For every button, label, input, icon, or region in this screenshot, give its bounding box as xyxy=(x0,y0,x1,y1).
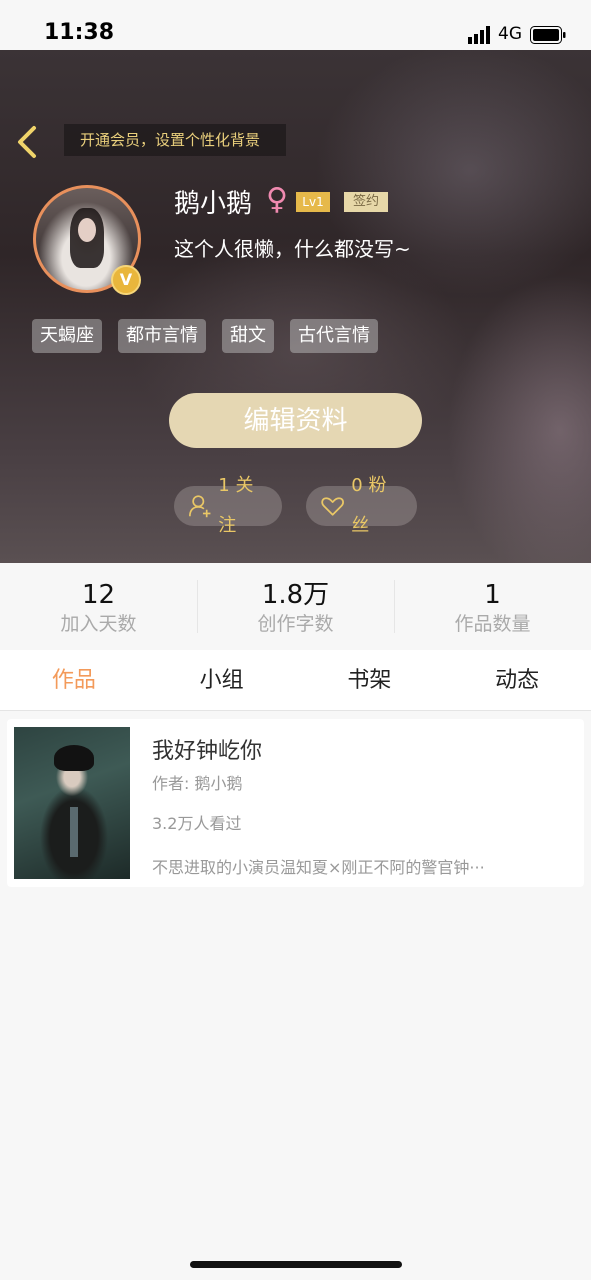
bio: 这个人很懒，什么都没写~ xyxy=(174,237,411,261)
stat-label: 创作字数 xyxy=(257,613,334,635)
tag: 古代言情 xyxy=(290,319,378,353)
fans-label: 0 粉丝 xyxy=(351,475,387,536)
home-indicator[interactable] xyxy=(190,1261,402,1268)
cover-figure-hair xyxy=(54,745,94,771)
heart-plus-icon xyxy=(321,497,344,516)
tab-works[interactable]: 作品 xyxy=(0,650,148,710)
tag-list: 天蝎座 都市言情 甜文 古代言情 xyxy=(32,319,378,353)
tab-activity[interactable]: 动态 xyxy=(443,650,591,710)
username: 鹅小鹅 xyxy=(174,189,253,219)
profile-tabs: 作品 小组 书架 动态 xyxy=(0,650,591,711)
book-title: 我好钟屹你 xyxy=(152,739,263,764)
stat-label: 作品数量 xyxy=(454,613,531,635)
tag: 都市言情 xyxy=(118,319,206,353)
stat-word-count: 1.8万 创作字数 xyxy=(197,563,394,650)
cover-figure-tie xyxy=(70,807,78,857)
signal-icon xyxy=(468,26,490,44)
work-card[interactable]: 我好钟屹你 作者: 鹅小鹅 3.2万人看过 不思进取的小演员温知夏×刚正不阿的警… xyxy=(7,719,584,887)
following-button[interactable]: 1 关注 xyxy=(174,475,282,536)
book-views: 3.2万人看过 xyxy=(152,814,242,833)
avatar-face xyxy=(78,218,96,242)
fans-button[interactable]: 0 粉丝 xyxy=(306,475,417,536)
add-user-icon xyxy=(189,495,211,518)
following-label: 1 关注 xyxy=(218,475,254,536)
tab-groups[interactable]: 小组 xyxy=(148,650,296,710)
book-description: 不思进取的小演员温知夏×刚正不阿的警官钟··· xyxy=(152,858,485,877)
level-badge: Lv1 xyxy=(296,192,330,212)
vip-banner[interactable]: 开通会员，设置个性化背景 xyxy=(64,124,286,156)
stat-value: 1 xyxy=(484,580,501,610)
book-cover xyxy=(14,727,130,879)
tag: 甜文 xyxy=(222,319,274,353)
network-type: 4G xyxy=(498,24,522,44)
tag: 天蝎座 xyxy=(32,319,102,353)
stat-value: 1.8万 xyxy=(261,580,330,610)
battery-icon xyxy=(530,26,566,44)
vip-badge: V xyxy=(111,265,141,295)
stat-label: 加入天数 xyxy=(60,613,137,635)
book-author: 作者: 鹅小鹅 xyxy=(152,774,243,793)
contract-badge: 签约 xyxy=(344,192,388,212)
profile-header: 开通会员，设置个性化背景 V 鹅小鹅 ♀ Lv1 签约 这个人很懒，什么都没写~… xyxy=(0,50,591,563)
tab-bookshelf[interactable]: 书架 xyxy=(296,650,444,710)
stats-bar: 12 加入天数 1.8万 创作字数 1 作品数量 xyxy=(0,563,591,650)
stat-works-count: 1 作品数量 xyxy=(394,563,591,650)
status-time: 11:38 xyxy=(44,20,115,45)
female-icon: ♀ xyxy=(266,182,288,217)
status-bar: 11:38 4G xyxy=(0,0,591,50)
edit-profile-button[interactable]: 编辑资料 xyxy=(169,393,422,448)
stat-join-days: 12 加入天数 xyxy=(0,563,197,650)
stat-value: 12 xyxy=(81,580,116,610)
back-icon[interactable] xyxy=(14,122,42,162)
